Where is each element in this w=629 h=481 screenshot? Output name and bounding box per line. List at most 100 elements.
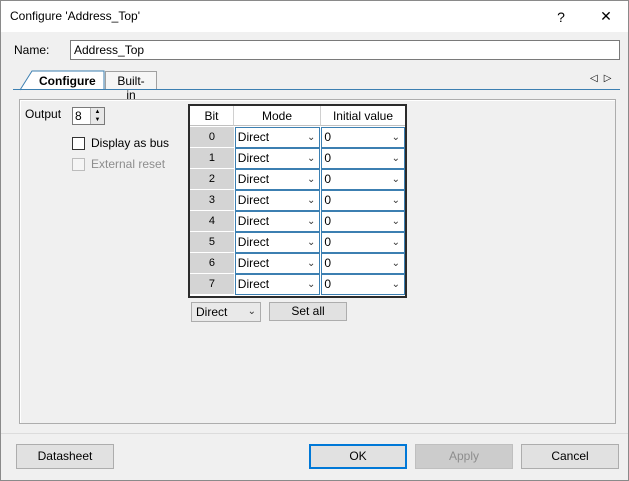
mode-value: Direct [237,172,270,186]
chevron-down-icon: ⌄ [247,306,256,317]
ok-button[interactable]: OK [309,444,407,469]
bit-cell: 0 [190,127,234,148]
chevron-down-icon: ⌄ [391,132,400,143]
bit-cell: 1 [190,148,234,169]
chevron-down-icon: ⌄ [307,279,316,290]
table-row: 1 Direct ⌄ 0 ⌄ [190,148,405,169]
set-all-button[interactable]: Set all [269,302,347,321]
table-row: 5 Direct ⌄ 0 ⌄ [190,232,405,253]
mode-dropdown[interactable]: Direct ⌄ [234,253,321,274]
initial-value: 0 [324,193,332,207]
bit-cell: 2 [190,169,234,190]
table-row: 7 Direct ⌄ 0 ⌄ [190,274,405,295]
apply-button: Apply [415,444,513,469]
tab-built-in[interactable]: Built-in [105,71,157,102]
chevron-down-icon: ⌄ [307,132,316,143]
tab-divider [13,89,620,90]
footer-divider [1,433,628,434]
cancel-button[interactable]: Cancel [521,444,619,469]
mode-dropdown[interactable]: Direct ⌄ [234,211,321,232]
chevron-down-icon: ⌄ [391,258,400,269]
chevron-down-icon: ⌄ [391,216,400,227]
bit-cell: 6 [190,253,234,274]
output-label: Output [25,107,62,121]
bit-cell: 7 [190,274,234,295]
initial-value-dropdown[interactable]: 0 ⌄ [321,127,405,148]
header-bit: Bit [190,106,234,126]
initial-value-dropdown[interactable]: 0 ⌄ [321,148,405,169]
help-button[interactable]: ? [539,1,583,32]
bit-cell: 3 [190,190,234,211]
external-reset-checkbox [72,157,85,171]
bit-cell: 4 [190,211,234,232]
mode-value: Direct [237,193,270,207]
initial-value: 0 [324,256,332,270]
initial-value-dropdown[interactable]: 0 ⌄ [321,253,405,274]
window-title: Configure 'Address_Top' [10,9,140,23]
mode-value: Direct [237,214,270,228]
stepper-up-icon[interactable]: ▲ [91,108,104,116]
mode-dropdown[interactable]: Direct ⌄ [234,169,321,190]
table-row: 0 Direct ⌄ 0 ⌄ [190,127,405,148]
chevron-down-icon: ⌄ [391,153,400,164]
configure-dialog: Configure 'Address_Top' ? ✕ Name: Config… [0,0,629,481]
mode-dropdown[interactable]: Direct ⌄ [234,190,321,211]
name-label: Name: [14,43,50,57]
mode-value: Direct [237,235,270,249]
chevron-down-icon: ⌄ [307,216,316,227]
bit-table: Bit Mode Initial value 0 Direct ⌄ 0 ⌄ 1 Di… [188,104,407,298]
chevron-down-icon: ⌄ [307,237,316,248]
initial-value: 0 [324,277,332,291]
mode-dropdown[interactable]: Direct ⌄ [234,127,321,148]
mode-value: Direct [237,130,270,144]
table-row: 6 Direct ⌄ 0 ⌄ [190,253,405,274]
output-stepper[interactable]: 8 ▲ ▼ [72,107,105,125]
stepper-down-icon[interactable]: ▼ [91,116,104,124]
chevron-down-icon: ⌄ [391,174,400,185]
title-bar: Configure 'Address_Top' ? ✕ [1,1,628,32]
chevron-down-icon: ⌄ [391,195,400,206]
display-as-bus-checkbox[interactable] [72,136,85,150]
bulk-mode-dropdown[interactable]: Direct ⌄ [191,302,261,322]
initial-value: 0 [324,214,332,228]
chevron-down-icon: ⌄ [307,153,316,164]
mode-dropdown[interactable]: Direct ⌄ [234,274,321,295]
name-field[interactable] [70,40,620,60]
external-reset-row: External reset [72,157,165,171]
datasheet-button[interactable]: Datasheet [16,444,114,469]
mode-dropdown[interactable]: Direct ⌄ [234,148,321,169]
mode-dropdown[interactable]: Direct ⌄ [234,232,321,253]
tab-scroll-arrows[interactable]: ◁▷ [590,73,617,84]
display-as-bus-row[interactable]: Display as bus [72,136,169,150]
initial-value-dropdown[interactable]: 0 ⌄ [321,232,405,253]
display-as-bus-label[interactable]: Display as bus [91,136,169,150]
initial-value: 0 [324,172,332,186]
bulk-mode-value: Direct [196,305,228,319]
bit-cell: 5 [190,232,234,253]
initial-value-dropdown[interactable]: 0 ⌄ [321,190,405,211]
initial-value: 0 [324,130,332,144]
close-button[interactable]: ✕ [584,1,628,32]
initial-value: 0 [324,235,332,249]
stepper-buttons: ▲ ▼ [90,108,104,124]
tab-scroll-right-icon[interactable]: ▷ [604,73,618,84]
output-value[interactable]: 8 [75,109,82,123]
chevron-down-icon: ⌄ [307,174,316,185]
mode-value: Direct [237,277,270,291]
chevron-down-icon: ⌄ [307,258,316,269]
initial-value-dropdown[interactable]: 0 ⌄ [321,274,405,295]
initial-value-dropdown[interactable]: 0 ⌄ [321,169,405,190]
chevron-down-icon: ⌄ [307,195,316,206]
header-mode: Mode [234,106,321,126]
header-initial-value: Initial value [321,106,405,126]
table-row: 3 Direct ⌄ 0 ⌄ [190,190,405,211]
initial-value: 0 [324,151,332,165]
initial-value-dropdown[interactable]: 0 ⌄ [321,211,405,232]
mode-value: Direct [237,256,270,270]
tab-scroll-left-icon[interactable]: ◁ [590,73,604,84]
table-row: 4 Direct ⌄ 0 ⌄ [190,211,405,232]
chevron-down-icon: ⌄ [391,279,400,290]
chevron-down-icon: ⌄ [391,237,400,248]
external-reset-label: External reset [91,157,166,171]
table-row: 2 Direct ⌄ 0 ⌄ [190,169,405,190]
